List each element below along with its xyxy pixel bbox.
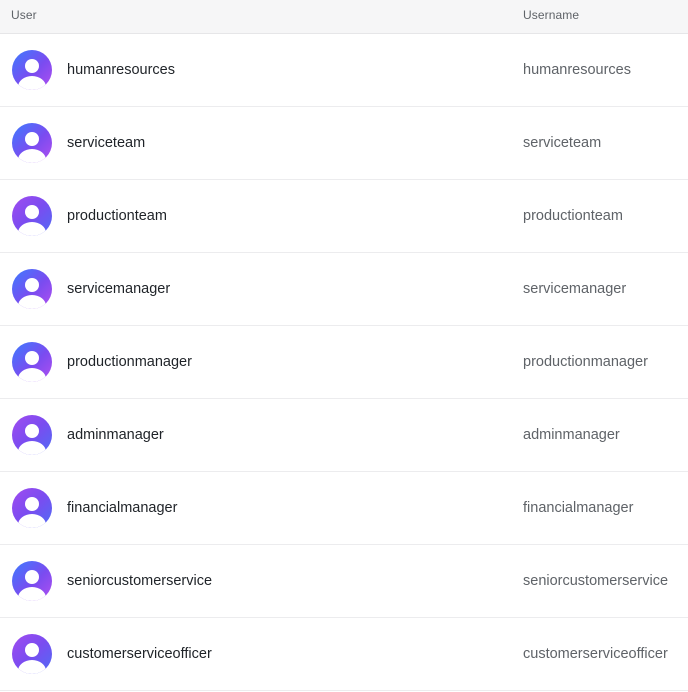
- user-avatar-icon: [12, 415, 52, 455]
- table-row[interactable]: adminmanager adminmanager: [0, 399, 688, 472]
- table-header: User Username: [0, 0, 688, 34]
- table-row[interactable]: seniorcustomerservice seniorcustomerserv…: [0, 545, 688, 618]
- user-avatar-icon: [12, 634, 52, 674]
- user-display-name: productionmanager: [67, 354, 192, 370]
- table-row[interactable]: servicemanager servicemanager: [0, 253, 688, 326]
- user-display-name: customerserviceofficer: [67, 646, 212, 662]
- table-row[interactable]: productionmanager productionmanager: [0, 326, 688, 399]
- user-username: customerserviceofficer: [523, 646, 668, 662]
- user-username: serviceteam: [523, 135, 602, 151]
- user-username: seniorcustomerservice: [523, 573, 669, 589]
- table-row[interactable]: customerserviceofficer customerserviceof…: [0, 618, 688, 691]
- user-display-name: humanresources: [67, 62, 175, 78]
- user-avatar-icon: [12, 50, 52, 90]
- user-avatar-icon: [12, 561, 52, 601]
- user-username: servicemanager: [523, 281, 627, 297]
- user-display-name: servicemanager: [67, 281, 171, 297]
- user-avatar-icon: [12, 196, 52, 236]
- table-row[interactable]: productionteam productionteam: [0, 180, 688, 253]
- user-display-name: seniorcustomerservice: [67, 573, 213, 589]
- column-header-username[interactable]: Username: [523, 8, 579, 22]
- user-display-name: financialmanager: [67, 500, 178, 516]
- user-avatar-icon: [12, 488, 52, 528]
- user-username: productionteam: [523, 208, 623, 224]
- column-header-user[interactable]: User: [11, 8, 37, 22]
- user-avatar-icon: [12, 342, 52, 382]
- table-body: humanresources humanresources servicetea…: [0, 34, 688, 691]
- user-username: humanresources: [523, 62, 631, 78]
- table-row[interactable]: financialmanager financialmanager: [0, 472, 688, 545]
- users-table: User Username humanresources humanresour…: [0, 0, 688, 692]
- user-username: adminmanager: [523, 427, 620, 443]
- table-row[interactable]: serviceteam serviceteam: [0, 107, 688, 180]
- user-username: productionmanager: [523, 354, 648, 370]
- user-display-name: productionteam: [67, 208, 167, 224]
- table-row[interactable]: humanresources humanresources: [0, 34, 688, 107]
- user-username: financialmanager: [523, 500, 634, 516]
- user-display-name: adminmanager: [67, 427, 164, 443]
- user-avatar-icon: [12, 123, 52, 163]
- user-avatar-icon: [12, 269, 52, 309]
- user-display-name: serviceteam: [67, 135, 146, 151]
